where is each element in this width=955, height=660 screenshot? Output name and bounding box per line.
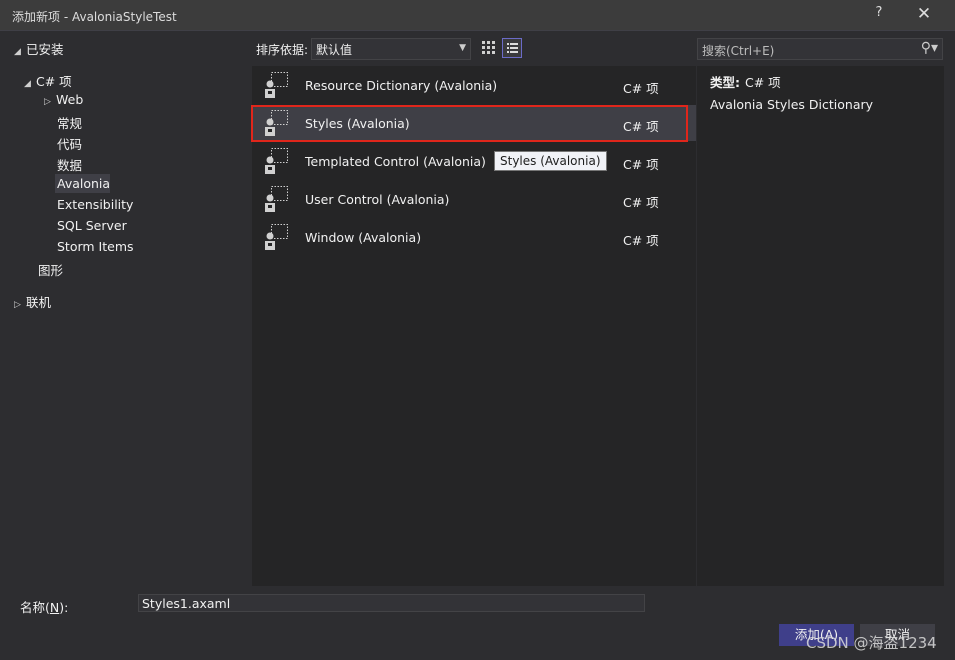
template-item-icon xyxy=(262,71,290,99)
template-description: Avalonia Styles Dictionary xyxy=(710,97,874,112)
watermark: CSDN @海盗1234 xyxy=(806,634,937,652)
tree-item-avalonia[interactable]: Avalonia xyxy=(57,176,110,191)
chevron-down-icon: ▼ xyxy=(459,43,466,53)
tooltip: Styles (Avalonia) xyxy=(494,151,607,171)
sort-label: 排序依据: xyxy=(256,43,309,57)
template-name: User Control (Avalonia) xyxy=(305,192,450,207)
sort-value: 默认值 xyxy=(316,43,353,57)
collapsed-arrow-icon: ▷ xyxy=(44,97,51,107)
template-row[interactable]: User Control (Avalonia) C# 项 xyxy=(252,181,696,217)
template-item-icon xyxy=(262,185,290,213)
tree-item-data[interactable]: 数据 xyxy=(57,155,82,174)
template-language: C# 项 xyxy=(623,233,659,248)
template-name: Templated Control (Avalonia) xyxy=(305,154,486,169)
search-icon[interactable]: ⚲▾ xyxy=(921,40,938,56)
search-placeholder: 搜索(Ctrl+E) xyxy=(702,44,775,58)
type-value: C# 项 xyxy=(745,75,781,90)
name-field[interactable] xyxy=(138,594,645,612)
template-language: C# 项 xyxy=(623,81,659,96)
template-name: Window (Avalonia) xyxy=(305,230,422,245)
tree-item-stormitems[interactable]: Storm Items xyxy=(57,239,134,254)
sort-dropdown[interactable]: 默认值 ▼ xyxy=(311,38,471,60)
expanded-arrow-icon: ◢ xyxy=(14,47,21,57)
tree-item-general[interactable]: 常规 xyxy=(57,113,82,132)
name-label-suffix: ): xyxy=(59,600,69,615)
name-label-accesskey: N xyxy=(49,600,60,615)
template-row[interactable]: Resource Dictionary (Avalonia) C# 项 xyxy=(252,67,696,103)
expanded-arrow-icon: ◢ xyxy=(24,79,31,89)
template-row[interactable]: Window (Avalonia) C# 项 xyxy=(252,219,696,255)
collapsed-arrow-icon: ▷ xyxy=(14,300,21,310)
list-view-icon[interactable] xyxy=(502,38,522,58)
tree-item-extensibility[interactable]: Extensibility xyxy=(57,197,133,212)
tree-label: Web xyxy=(56,92,84,107)
tree-label: 联机 xyxy=(26,295,52,310)
tree-item-sqlserver[interactable]: SQL Server xyxy=(57,218,127,233)
name-label-prefix: 名称( xyxy=(20,600,50,615)
tree-label: C# 项 xyxy=(36,74,72,89)
tree-item-graphics[interactable]: 图形 xyxy=(38,260,63,279)
tree-item-csharp[interactable]: ◢ C# 项 xyxy=(24,71,72,90)
tree-item-code[interactable]: 代码 xyxy=(57,134,82,153)
search-input[interactable]: 搜索(Ctrl+E) ⚲▾ xyxy=(697,38,943,60)
tree-item-online[interactable]: ▷ 联机 xyxy=(14,292,51,311)
close-button[interactable]: ✕ xyxy=(912,4,936,26)
template-list: Resource Dictionary (Avalonia) C# 项 Styles… xyxy=(252,66,696,586)
highlight-box xyxy=(251,105,688,142)
template-name: Resource Dictionary (Avalonia) xyxy=(305,78,498,93)
tree-item-web[interactable]: ▷ Web xyxy=(44,92,83,107)
help-button[interactable]: ? xyxy=(868,5,890,25)
template-item-icon xyxy=(262,147,290,175)
type-label: 类型: xyxy=(710,75,740,90)
template-language: C# 项 xyxy=(623,157,659,172)
template-language: C# 项 xyxy=(623,195,659,210)
tree-item-installed[interactable]: ◢ 已安装 xyxy=(14,39,64,58)
details-pane: 类型: C# 项 Avalonia Styles Dictionary xyxy=(697,66,944,586)
template-item-icon xyxy=(262,223,290,251)
grid-view-icon[interactable] xyxy=(479,38,499,58)
name-label: 名称(N): xyxy=(20,597,68,616)
tree-label: 已安装 xyxy=(26,42,64,57)
window-title: 添加新项 - AvaloniaStyleTest xyxy=(12,10,177,24)
template-row[interactable]: Templated Control (Avalonia) C# 项 xyxy=(252,143,696,179)
